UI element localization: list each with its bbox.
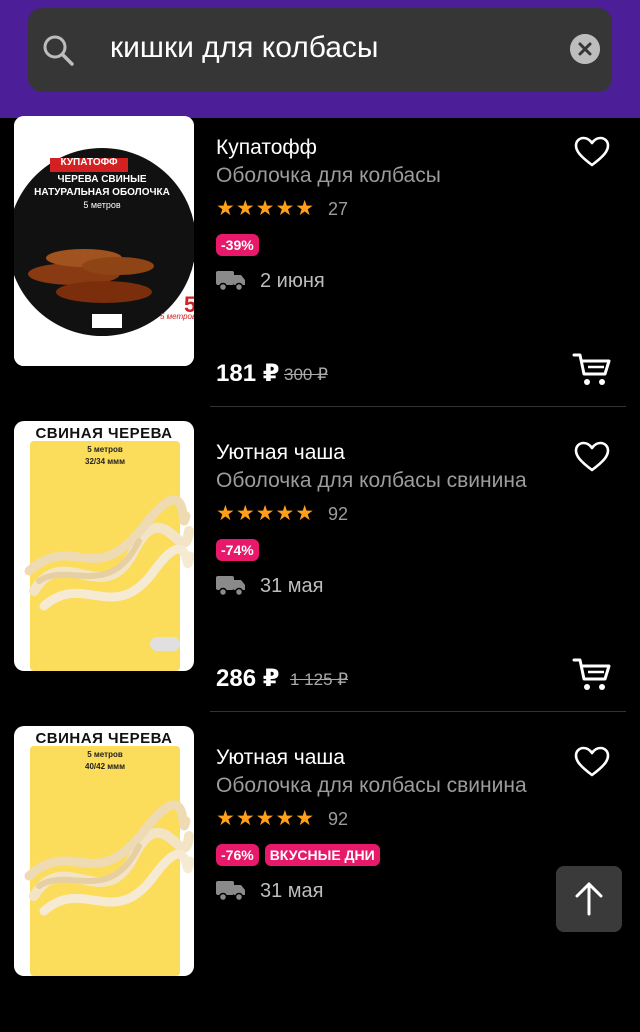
badges: -39% — [216, 234, 259, 256]
old-price: 300 ₽ — [284, 365, 328, 384]
price: 286 ₽ — [216, 665, 280, 692]
discount-badge: -74% — [216, 539, 259, 561]
package-side-text: 5 метров — [160, 312, 194, 321]
rating-stars: ★★★★★ — [216, 197, 316, 220]
product-card[interactable]: СВИНАЯ ЧЕРЕВА 5 метров 40/42 ммм Уютная … — [0, 726, 640, 1032]
review-count: 92 — [328, 809, 349, 829]
casing-image — [24, 495, 194, 611]
search-input[interactable]: кишки для колбасы — [110, 31, 379, 65]
badges: -76% ВКУСНЫЕ ДНИ — [216, 844, 380, 866]
top-bar: кишки для колбасы — [0, 0, 640, 118]
truck-icon — [216, 271, 245, 291]
heart-icon[interactable] — [574, 136, 610, 168]
heart-icon[interactable] — [574, 746, 610, 778]
package-brand: КУПАТОФФ — [60, 157, 118, 168]
truck-icon — [216, 576, 245, 596]
review-count: 27 — [328, 199, 349, 219]
package-line-1: ЧЕРЕВА СВИНЫЕ — [57, 174, 147, 185]
search-field[interactable]: кишки для колбасы — [28, 8, 612, 92]
delivery-date: 2 июня — [260, 270, 325, 292]
product-package-image: 5 — [14, 116, 194, 366]
arrow-up-icon — [575, 882, 603, 916]
product-image[interactable]: СВИНАЯ ЧЕРЕВА 5 метров 32/34 ммм — [14, 421, 194, 671]
review-count: 92 — [328, 504, 349, 524]
casing-image — [24, 800, 194, 916]
heart-icon[interactable] — [574, 441, 610, 473]
discount-badge: -76% — [216, 844, 259, 866]
product-brand[interactable]: Купатофф — [216, 136, 317, 160]
divider — [210, 711, 626, 712]
image-pager-dots — [150, 637, 180, 651]
scroll-to-top-button[interactable] — [556, 866, 622, 932]
product-brand[interactable]: Уютная чаша — [216, 746, 345, 770]
product-name[interactable]: Оболочка для колбасы — [216, 164, 441, 188]
delivery-date: 31 мая — [260, 575, 324, 597]
search-icon — [43, 35, 74, 66]
rating-stars: ★★★★★ — [216, 502, 316, 525]
discount-badge: -39% — [216, 234, 259, 256]
truck-icon — [216, 881, 245, 901]
old-price: 1 125 ₽ — [290, 670, 349, 689]
clear-icon[interactable] — [570, 34, 600, 64]
delivery-date: 31 мая — [260, 880, 324, 902]
divider — [210, 406, 626, 407]
product-brand[interactable]: Уютная чаша — [216, 441, 345, 465]
cart-icon[interactable] — [572, 657, 612, 693]
product-name[interactable]: Оболочка для колбасы свинина — [216, 469, 527, 493]
badges: -74% — [216, 539, 259, 561]
rating-stars: ★★★★★ — [216, 807, 316, 830]
cart-icon[interactable] — [572, 352, 612, 388]
product-image[interactable]: СВИНАЯ ЧЕРЕВА 5 метров 40/42 ммм — [14, 726, 194, 976]
promo-badge: ВКУСНЫЕ ДНИ — [264, 844, 380, 866]
product-image[interactable]: 5 КУПАТОФФ ЧЕРЕВА СВИНЫЕ НАТУРАЛЬНАЯ ОБО… — [14, 116, 194, 366]
package-length: 5 метров — [83, 200, 121, 210]
product-name[interactable]: Оболочка для колбасы свинина — [216, 774, 527, 798]
package-line-2: НАТУРАЛЬНАЯ ОБОЛОЧКА — [34, 187, 170, 198]
price: 181 ₽ — [216, 360, 280, 387]
product-card[interactable]: СВИНАЯ ЧЕРЕВА 5 метров 32/34 ммм Уютная … — [0, 421, 640, 727]
product-card[interactable]: 5 КУПАТОФФ ЧЕРЕВА СВИНЫЕ НАТУРАЛЬНАЯ ОБО… — [0, 116, 640, 422]
